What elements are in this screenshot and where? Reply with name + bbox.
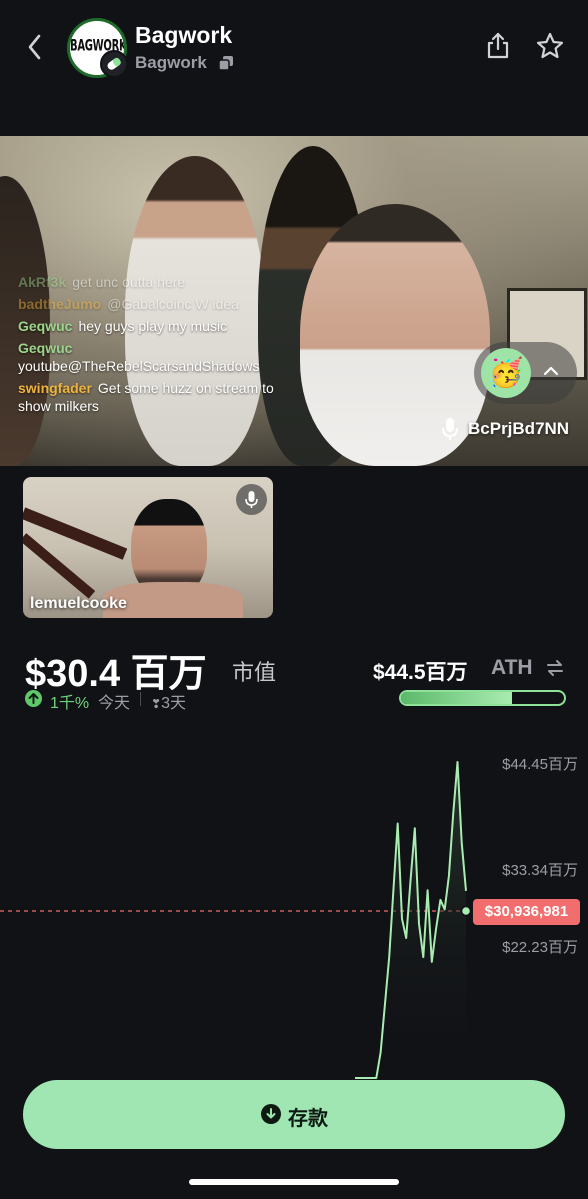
period-selector[interactable]: ❣3天 <box>151 689 186 713</box>
chat-username[interactable]: badtheJumo <box>18 296 101 312</box>
chat-username[interactable]: Geqwuc <box>18 339 272 357</box>
price-change-value: 1千% <box>50 695 90 712</box>
host-username[interactable]: BcPrjBd7NN <box>468 419 569 439</box>
current-price-point <box>460 905 472 917</box>
y-tick-label: $22.23百万 <box>502 939 578 956</box>
market-cap-label: 市值 <box>232 660 277 685</box>
copy-icon[interactable] <box>218 55 234 71</box>
chat-username[interactable]: swingfader <box>18 380 92 396</box>
deposit-label: 存款 <box>288 1108 328 1130</box>
guest-video-tile[interactable]: lemuelcooke <box>23 477 273 618</box>
chat-username[interactable]: AkRf3k <box>18 274 66 290</box>
pill-badge-icon <box>100 50 128 78</box>
page-subtitle: Bagwork <box>135 53 207 72</box>
divider <box>140 692 141 706</box>
chat-message: AkRf3k get unc outta here <box>18 273 278 291</box>
arrow-up-icon <box>25 690 42 707</box>
chart-area <box>355 762 466 1078</box>
chat-text: get unc outta here <box>72 274 186 290</box>
chat-message: Geqwuc hey guys play my music <box>18 317 278 335</box>
microphone-icon <box>245 491 258 508</box>
y-tick-label: $44.45百万 <box>502 756 578 773</box>
streamer-figure <box>300 204 490 466</box>
page-title: Bagwork <box>135 22 233 48</box>
home-indicator <box>189 1179 399 1185</box>
price-change-period: 今天 <box>98 695 131 712</box>
guest-mic-button[interactable] <box>236 484 267 515</box>
header: BAGWORK Bagwork Bagwork <box>0 0 588 96</box>
period-selector-label: 3天 <box>161 695 186 712</box>
chat-feed: AkRf3k get unc outta here badtheJumo @Gaba… <box>18 273 278 419</box>
star-icon[interactable] <box>535 31 565 61</box>
chat-text: hey guys play my music <box>78 318 228 334</box>
chevron-left-icon[interactable] <box>22 30 48 64</box>
chat-message: badtheJumo @Gabalcoinc W idea <box>18 295 278 313</box>
chat-username[interactable]: Geqwuc <box>18 318 72 334</box>
ath-label: ATH <box>491 656 533 679</box>
chat-text: youtube@TheRebelScarsandShadows <box>18 358 260 374</box>
chat-text: @Gabalcoinc W idea <box>107 296 239 312</box>
share-icon[interactable] <box>484 30 512 60</box>
chevron-up-icon[interactable] <box>541 361 561 381</box>
ath-progress-fill <box>401 692 512 704</box>
ath-value: $44.5百万 <box>373 661 468 684</box>
swap-icon[interactable] <box>545 657 565 679</box>
download-icon <box>261 1104 281 1124</box>
chat-message: Geqwuc youtube@TheRebelScarsandShadows <box>18 339 278 375</box>
ath-progress-bar <box>399 690 566 706</box>
deposit-button[interactable]: 存款 <box>23 1080 565 1149</box>
microphone-icon <box>442 418 458 440</box>
chat-message: swingfader Get some huzz on stream to sho… <box>18 379 278 415</box>
y-tick-label: $33.34百万 <box>502 862 578 879</box>
party-face-icon[interactable]: 🥳 <box>481 348 531 398</box>
guest-username: lemuelcooke <box>30 595 127 612</box>
heart-icon: ❣ <box>151 697 162 711</box>
current-price-tag: $30,936,981 <box>473 899 580 925</box>
